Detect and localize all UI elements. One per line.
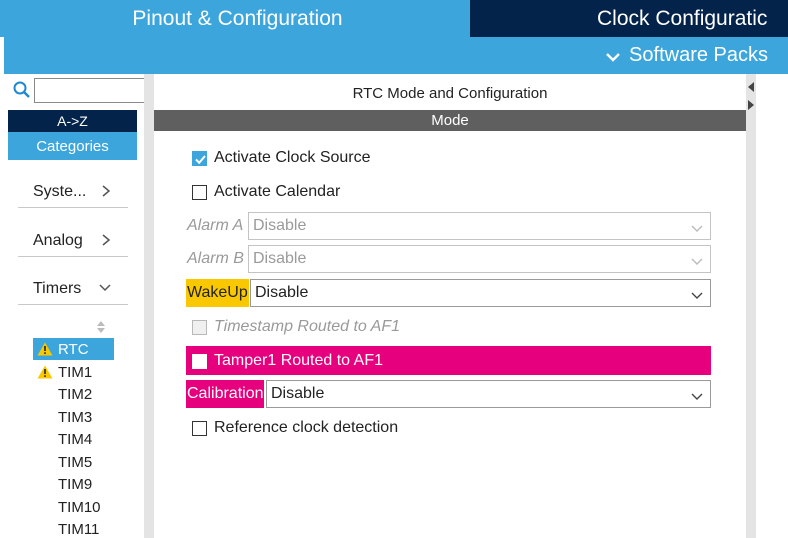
mode-header-label: Mode	[431, 112, 469, 129]
wakeup-label: WakeUp	[186, 279, 249, 307]
chevron-right-icon	[100, 233, 112, 247]
peripheral-label: TIM5	[58, 453, 93, 471]
warning-icon	[37, 342, 53, 356]
wakeup-value: Disable	[255, 284, 309, 301]
software-packs-menu[interactable]: Software Packs	[629, 44, 768, 67]
checkbox-checked-icon	[192, 150, 207, 166]
vertical-scrollbar[interactable]	[746, 74, 756, 538]
tamper1-routed-checkbox[interactable]: Tamper1 Routed to AF1	[192, 349, 383, 373]
peripheral-label: TIM4	[58, 430, 93, 448]
peripheral-tim5[interactable]: TIM5	[33, 451, 114, 473]
categories-button[interactable]: Categories	[8, 132, 137, 160]
tab-pinout-label: Pinout & Configuration	[132, 6, 343, 30]
chevron-down-icon	[98, 281, 112, 295]
sort-az-label: A->Z	[57, 113, 88, 129]
peripheral-label: TIM2	[58, 385, 93, 403]
collapse-panel-icon[interactable]	[747, 80, 755, 114]
tab-clock-configuration[interactable]: Clock Configuratic	[470, 0, 788, 37]
peripheral-label: TIM11	[58, 520, 100, 538]
alarm-b-value: Disable	[253, 250, 307, 267]
peripheral-tim10[interactable]: TIM10	[33, 496, 114, 518]
category-label: Timers	[33, 279, 82, 297]
mode-section-header[interactable]: Mode	[154, 110, 746, 131]
checkbox-unchecked-icon	[192, 184, 207, 200]
panel-splitter[interactable]	[144, 74, 154, 538]
peripheral-label: TIM9	[58, 475, 93, 493]
peripheral-rtc[interactable]: RTC	[33, 338, 114, 360]
peripheral-tim9[interactable]: TIM9	[33, 473, 114, 495]
chevron-down-icon	[690, 254, 704, 265]
calibration-value: Disable	[271, 385, 325, 402]
peripheral-label: RTC	[58, 340, 89, 358]
alarm-a-value: Disable	[253, 217, 307, 234]
category-timers[interactable]: Timers	[18, 273, 128, 305]
chevron-down-icon	[690, 221, 704, 232]
category-system[interactable]: Syste...	[18, 176, 128, 208]
activate-clock-source-label: Activate Clock Source	[214, 149, 371, 166]
alarm-a-label: Alarm A	[187, 217, 244, 234]
chevron-down-icon	[605, 48, 621, 64]
peripheral-label: TIM3	[58, 408, 93, 426]
right-panel	[756, 74, 788, 538]
calibration-label: Calibration	[186, 380, 265, 408]
category-label: Analog	[33, 231, 83, 249]
reference-clock-checkbox[interactable]: Reference clock detection	[192, 416, 398, 440]
tamper1-routed-label: Tamper1 Routed to AF1	[214, 352, 383, 369]
timestamp-routed-checkbox: Timestamp Routed to AF1	[192, 315, 400, 339]
software-packs-bar: Software Packs	[4, 37, 788, 74]
checkbox-unchecked-icon	[192, 353, 207, 369]
tab-pinout-configuration[interactable]: Pinout & Configuration	[0, 0, 470, 37]
peripheral-tim2[interactable]: TIM2	[33, 383, 114, 405]
category-analog[interactable]: Analog	[18, 225, 128, 257]
wakeup-select[interactable]: Disable	[250, 279, 711, 307]
calibration-select[interactable]: Disable	[266, 380, 711, 408]
checkbox-unchecked-icon	[192, 420, 207, 436]
timestamp-routed-label: Timestamp Routed to AF1	[214, 318, 401, 335]
activate-clock-source-checkbox[interactable]: Activate Clock Source	[192, 146, 371, 170]
peripheral-tim1[interactable]: TIM1	[33, 361, 114, 383]
peripheral-tim11[interactable]: TIM11	[33, 518, 114, 538]
peripheral-label: TIM1	[58, 363, 93, 381]
search-input[interactable]	[34, 78, 149, 103]
peripheral-label: TIM10	[58, 498, 101, 516]
peripheral-tim3[interactable]: TIM3	[33, 406, 114, 428]
categories-label: Categories	[36, 137, 109, 155]
alarm-b-label: Alarm B	[187, 250, 244, 267]
tab-clock-label: Clock Configuratic	[597, 6, 768, 30]
search-icon[interactable]	[12, 80, 32, 100]
alarm-b-select: Disable	[248, 245, 711, 273]
category-label: Syste...	[33, 182, 87, 200]
checkbox-unchecked-icon	[192, 319, 207, 335]
chevron-down-icon	[690, 288, 704, 299]
sort-az-button[interactable]: A->Z	[8, 110, 137, 132]
sort-icon[interactable]	[95, 320, 107, 334]
peripheral-tim4[interactable]: TIM4	[33, 428, 114, 450]
page-title: RTC Mode and Configuration	[352, 84, 548, 102]
reference-clock-label: Reference clock detection	[214, 419, 399, 436]
activate-calendar-label: Activate Calendar	[214, 183, 341, 200]
warning-icon	[37, 365, 53, 379]
chevron-right-icon	[100, 184, 112, 198]
activate-calendar-checkbox[interactable]: Activate Calendar	[192, 180, 340, 204]
alarm-a-select: Disable	[248, 212, 711, 240]
chevron-down-icon	[690, 389, 704, 400]
